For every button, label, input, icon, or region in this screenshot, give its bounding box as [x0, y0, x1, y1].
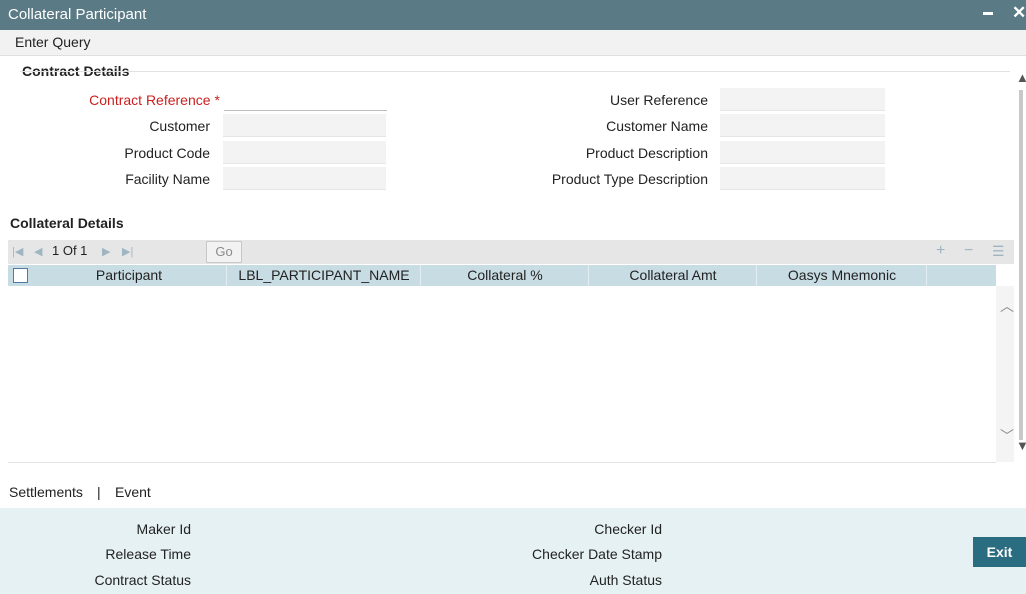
minus-icon[interactable]: −: [964, 242, 973, 260]
list-icon[interactable]: ☰: [992, 243, 1005, 260]
customer-name-field[interactable]: [720, 114, 885, 137]
minimize-icon[interactable]: [983, 12, 993, 15]
product-type-description-label: Product Type Description: [551, 171, 708, 187]
column-participant-name[interactable]: LBL_PARTICIPANT_NAME: [226, 265, 421, 286]
product-code-label: Product Code: [124, 145, 210, 161]
grid-scrollbar[interactable]: ︿ ﹀: [996, 286, 1014, 462]
facility-name-label: Facility Name: [125, 171, 210, 187]
scroll-down-icon[interactable]: ▼: [1016, 438, 1026, 453]
required-marker: *: [214, 92, 220, 108]
contract-reference-label-text: Contract Reference: [89, 92, 211, 108]
contract-reference-field[interactable]: [224, 88, 387, 111]
event-link[interactable]: Event: [115, 484, 151, 500]
last-page-icon[interactable]: ▶|: [122, 245, 133, 258]
contract-status-label: Contract Status: [94, 572, 192, 588]
customer-field[interactable]: [223, 114, 386, 137]
page-scrollbar[interactable]: ▲ ▼: [1016, 70, 1026, 453]
facility-name-field[interactable]: [223, 167, 386, 190]
column-oasys-mnemonic[interactable]: Oasys Mnemonic: [756, 265, 927, 286]
auth-status-label: Auth Status: [589, 572, 662, 588]
user-reference-label: User Reference: [609, 92, 708, 108]
first-page-icon[interactable]: |◀: [12, 245, 23, 258]
enter-query-menu-item[interactable]: Enter Query: [15, 34, 90, 50]
select-all-checkbox[interactable]: [13, 268, 28, 283]
column-collateral-percent[interactable]: Collateral %: [420, 265, 589, 286]
checker-date-stamp-label: Checker Date Stamp: [532, 546, 662, 562]
close-icon[interactable]: ✕: [1012, 3, 1026, 23]
customer-label: Customer: [149, 118, 210, 134]
page-indicator: 1 Of 1: [52, 243, 88, 258]
collateral-details-heading: Collateral Details: [10, 215, 124, 231]
user-reference-field[interactable]: [720, 88, 885, 111]
audit-footer: Maker Id Release Time Contract Status Ch…: [0, 508, 1026, 594]
prev-page-icon[interactable]: ◀: [34, 245, 42, 258]
subsystem-links: Settlements | Event: [0, 476, 1026, 506]
link-separator: |: [97, 484, 101, 500]
maker-id-label: Maker Id: [136, 521, 191, 537]
grid-header: Participant LBL_PARTICIPANT_NAME Collate…: [8, 265, 996, 286]
window-titlebar: Collateral Participant ✕: [0, 0, 1026, 30]
scroll-up-icon[interactable]: ▲: [1016, 70, 1026, 85]
product-code-field[interactable]: [223, 141, 386, 164]
release-time-label: Release Time: [105, 546, 191, 562]
plus-icon[interactable]: +: [936, 242, 945, 260]
contract-details-divider: [20, 71, 1010, 72]
scrollbar-track[interactable]: [1019, 90, 1023, 440]
collateral-grid-body: [8, 286, 996, 463]
column-participant[interactable]: Participant: [32, 265, 226, 286]
product-description-field[interactable]: [720, 141, 885, 164]
checker-id-label: Checker Id: [594, 521, 662, 537]
settlements-link[interactable]: Settlements: [9, 484, 83, 500]
grid-scroll-down-icon[interactable]: ﹀: [1000, 426, 1014, 446]
column-spacer: [926, 265, 997, 286]
contract-reference-label: Contract Reference *: [60, 92, 220, 108]
grid-scroll-up-icon[interactable]: ︿: [1000, 296, 1014, 316]
menu-bar: Enter Query: [0, 30, 1026, 56]
customer-name-label: Customer Name: [606, 118, 708, 134]
column-collateral-amt[interactable]: Collateral Amt: [588, 265, 757, 286]
go-button[interactable]: Go: [206, 241, 242, 263]
exit-button[interactable]: Exit: [973, 537, 1026, 567]
product-description-label: Product Description: [585, 145, 708, 161]
product-type-description-field[interactable]: [720, 167, 885, 190]
next-page-icon[interactable]: ▶: [102, 245, 110, 258]
grid-pager: |◀ ◀ 1 Of 1 ▶ ▶| Go + − ☰: [8, 240, 1014, 264]
window-title: Collateral Participant: [8, 6, 147, 23]
